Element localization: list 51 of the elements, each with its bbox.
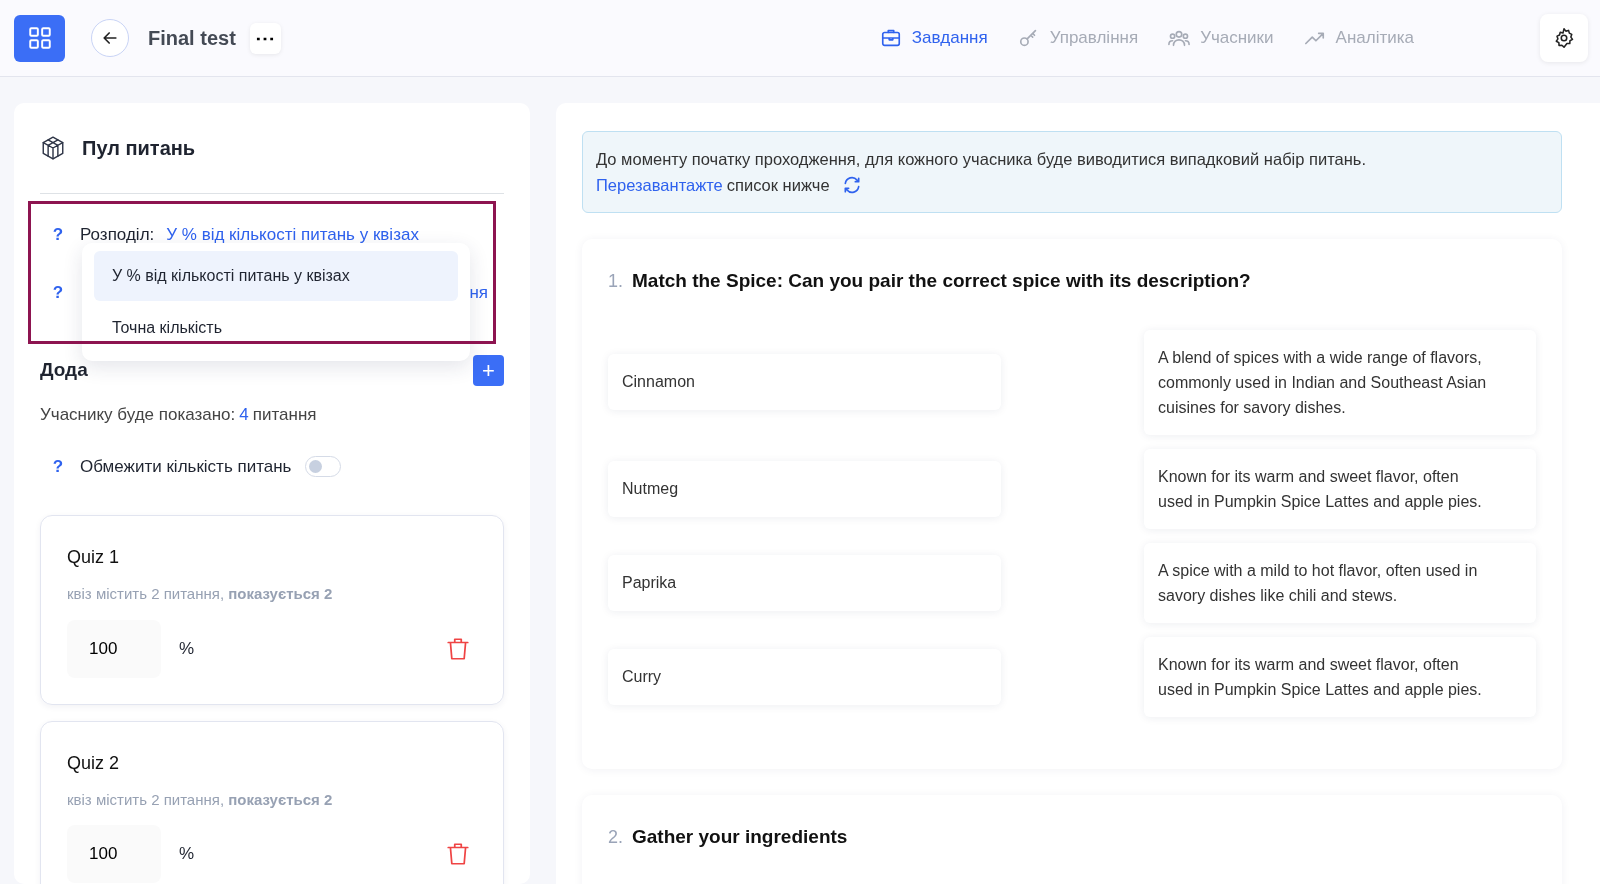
grid-icon <box>26 25 53 51</box>
question-number: 2. <box>608 825 623 849</box>
percent-input[interactable]: 100 <box>67 619 161 678</box>
summary-label: Учаснику буде показано: <box>40 404 236 426</box>
apps-button[interactable] <box>14 14 65 62</box>
match-description: A blend of spices with a wide range of flavors, commonly used in Indian and Southeast Asian cuisines for savory dishes. <box>1144 329 1536 435</box>
question-title: Match the Spice: Can you pair the correct spice with its description? <box>632 269 1251 293</box>
delete-button[interactable] <box>445 841 471 867</box>
reload-link[interactable]: Перезавантажте <box>596 172 723 198</box>
trash-icon <box>445 841 471 867</box>
trash-icon <box>445 635 471 662</box>
cube-icon <box>40 135 66 161</box>
question-title: Gather your ingredients <box>632 824 848 849</box>
toggle-label: Обмежити кількість питань <box>80 455 292 478</box>
settings-icon <box>1553 27 1575 49</box>
add-button[interactable]: + <box>473 355 504 386</box>
alert-text: список нижче <box>726 175 830 196</box>
nav-tab[interactable]: Завдання <box>879 25 988 51</box>
settings-button[interactable] <box>1540 14 1588 62</box>
back-button[interactable] <box>91 19 129 57</box>
match-item: Curry <box>608 648 1001 705</box>
quiz-info: квіз містить 2 питання, показується 2 <box>67 789 334 810</box>
section-heading: Дода <box>40 358 88 383</box>
match-item: Nutmeg <box>608 460 1001 517</box>
field-label: Розподіл: <box>80 224 155 246</box>
dropdown-option[interactable]: У % від кількості питань у квізах <box>94 251 458 301</box>
quiz-title: Quiz 1 <box>67 546 121 569</box>
toggle-switch[interactable] <box>305 455 342 477</box>
percent-input[interactable]: 100 <box>67 825 161 883</box>
quiz-info: квіз містить 2 питання, показується 2 <box>67 584 334 604</box>
match-description: Known for its warm and sweet flavor, often used in Pumpkin Spice Lattes and apple pies. <box>1144 636 1536 717</box>
alert-text: До моменту початку проходження, для кожного учасника буде виводитися випадковий набір питань. <box>596 149 1367 170</box>
unit-label: % <box>179 637 195 660</box>
quiz-title: Quiz 2 <box>67 751 121 775</box>
help-icon[interactable]: ? <box>40 222 76 248</box>
match-item: Cinnamon <box>608 354 1001 410</box>
match-item: Paprika <box>608 554 1001 611</box>
briefcase-icon <box>879 27 902 49</box>
panel-title: Пул питань <box>82 136 196 161</box>
summary-unit: питання <box>252 404 317 426</box>
question-number: 1. <box>608 270 623 293</box>
delete-button[interactable] <box>445 635 471 662</box>
dropdown-value[interactable]: ня <box>469 279 488 305</box>
more-button[interactable]: ⋯ <box>249 22 281 54</box>
help-icon[interactable]: ? <box>40 279 76 305</box>
page-title: Final test <box>148 26 236 51</box>
unit-label: % <box>179 843 195 866</box>
match-description: A spice with a mild to hot flavor, often used in savory dishes like chili and stews. <box>1144 542 1536 623</box>
help-icon[interactable]: ? <box>40 453 76 479</box>
question-count: 4 <box>239 404 249 426</box>
match-description: Known for its warm and sweet flavor, often used in Pumpkin Spice Lattes and apple pies. <box>1144 448 1536 529</box>
